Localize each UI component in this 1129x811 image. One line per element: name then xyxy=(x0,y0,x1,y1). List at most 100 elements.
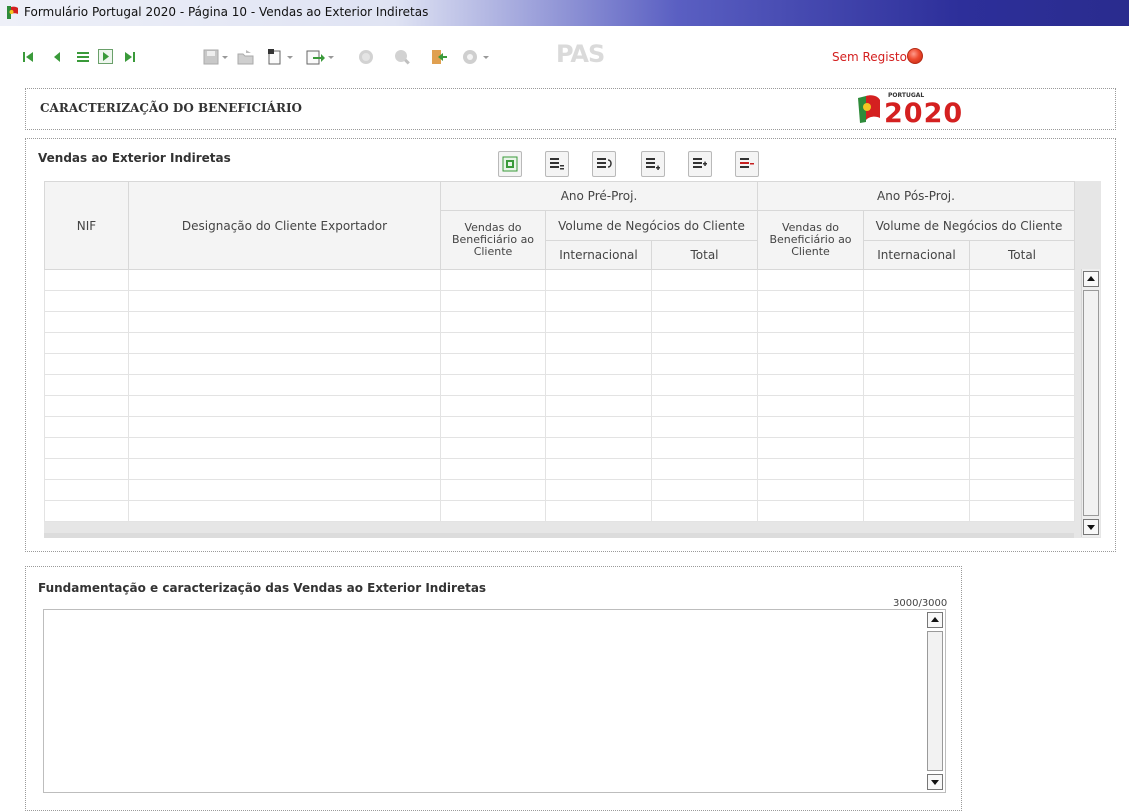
table-cell[interactable] xyxy=(128,374,441,396)
validate-icon[interactable] xyxy=(357,48,375,66)
pas-icon[interactable]: PAS xyxy=(556,40,605,68)
table-cell[interactable] xyxy=(128,332,441,354)
scroll-track[interactable] xyxy=(1083,290,1099,516)
table-cell[interactable] xyxy=(545,290,652,312)
table-cell[interactable] xyxy=(969,311,1075,333)
table-cell[interactable] xyxy=(969,290,1075,312)
table-cell[interactable] xyxy=(757,332,864,354)
table-row[interactable] xyxy=(44,332,1075,354)
table-cell[interactable] xyxy=(757,269,864,291)
table-cell[interactable] xyxy=(44,332,129,354)
table-cell[interactable] xyxy=(651,458,758,480)
table-cell[interactable] xyxy=(44,500,129,522)
table-cell[interactable] xyxy=(440,311,546,333)
table-cell[interactable] xyxy=(757,353,864,375)
table-cell[interactable] xyxy=(44,269,129,291)
textarea-scroll-up-button[interactable] xyxy=(927,612,943,628)
textarea-scroll-down-button[interactable] xyxy=(927,774,943,790)
import-excel-button[interactable] xyxy=(498,151,522,177)
table-cell[interactable] xyxy=(863,416,970,438)
table-cell[interactable] xyxy=(969,500,1075,522)
grid-vertical-scrollbar[interactable] xyxy=(1081,269,1100,537)
save-icon[interactable] xyxy=(203,48,231,66)
table-cell[interactable] xyxy=(440,416,546,438)
table-cell[interactable] xyxy=(440,290,546,312)
table-row[interactable] xyxy=(44,290,1075,312)
table-cell[interactable] xyxy=(651,500,758,522)
table-cell[interactable] xyxy=(545,500,652,522)
table-cell[interactable] xyxy=(44,311,129,333)
table-row[interactable] xyxy=(44,353,1075,375)
table-cell[interactable] xyxy=(757,458,864,480)
new-icon[interactable] xyxy=(266,47,296,67)
table-cell[interactable] xyxy=(863,290,970,312)
table-cell[interactable] xyxy=(757,416,864,438)
table-cell[interactable] xyxy=(44,479,129,501)
table-cell[interactable] xyxy=(545,395,652,417)
table-row[interactable] xyxy=(44,311,1075,333)
table-row[interactable] xyxy=(44,395,1075,417)
table-cell[interactable] xyxy=(651,332,758,354)
table-cell[interactable] xyxy=(545,374,652,396)
table-cell[interactable] xyxy=(969,416,1075,438)
table-cell[interactable] xyxy=(863,395,970,417)
last-page-icon[interactable] xyxy=(124,50,136,64)
table-cell[interactable] xyxy=(863,479,970,501)
table-cell[interactable] xyxy=(863,269,970,291)
table-cell[interactable] xyxy=(969,269,1075,291)
table-cell[interactable] xyxy=(651,416,758,438)
search-icon[interactable] xyxy=(393,48,411,66)
table-cell[interactable] xyxy=(440,479,546,501)
table-cell[interactable] xyxy=(863,458,970,480)
table-cell[interactable] xyxy=(969,374,1075,396)
table-cell[interactable] xyxy=(651,479,758,501)
table-cell[interactable] xyxy=(440,332,546,354)
textarea-scroll-track[interactable] xyxy=(927,631,943,771)
horizontal-scrollbar[interactable] xyxy=(44,533,1074,538)
table-cell[interactable] xyxy=(128,416,441,438)
previous-page-icon[interactable] xyxy=(52,50,62,64)
table-cell[interactable] xyxy=(44,458,129,480)
table-cell[interactable] xyxy=(969,437,1075,459)
table-cell[interactable] xyxy=(128,269,441,291)
table-cell[interactable] xyxy=(128,395,441,417)
table-cell[interactable] xyxy=(440,500,546,522)
table-cell[interactable] xyxy=(440,395,546,417)
table-cell[interactable] xyxy=(545,332,652,354)
table-cell[interactable] xyxy=(128,458,441,480)
table-cell[interactable] xyxy=(863,500,970,522)
table-cell[interactable] xyxy=(128,500,441,522)
table-cell[interactable] xyxy=(44,290,129,312)
table-cell[interactable] xyxy=(757,290,864,312)
table-cell[interactable] xyxy=(545,479,652,501)
table-cell[interactable] xyxy=(128,290,441,312)
table-cell[interactable] xyxy=(757,479,864,501)
first-page-icon[interactable] xyxy=(22,50,34,64)
table-cell[interactable] xyxy=(651,290,758,312)
table-cell[interactable] xyxy=(757,374,864,396)
table-cell[interactable] xyxy=(44,374,129,396)
table-row[interactable] xyxy=(44,269,1075,291)
table-cell[interactable] xyxy=(440,458,546,480)
table-cell[interactable] xyxy=(545,353,652,375)
delete-row-button[interactable] xyxy=(735,151,759,177)
open-icon[interactable] xyxy=(237,48,255,66)
table-cell[interactable] xyxy=(128,311,441,333)
table-cell[interactable] xyxy=(969,458,1075,480)
table-cell[interactable] xyxy=(128,353,441,375)
table-cell[interactable] xyxy=(545,269,652,291)
table-cell[interactable] xyxy=(863,353,970,375)
table-cell[interactable] xyxy=(863,374,970,396)
table-row[interactable] xyxy=(44,437,1075,459)
table-cell[interactable] xyxy=(651,395,758,417)
table-cell[interactable] xyxy=(757,395,864,417)
table-cell[interactable] xyxy=(651,374,758,396)
table-cell[interactable] xyxy=(757,311,864,333)
add-row-button[interactable] xyxy=(641,151,665,177)
table-cell[interactable] xyxy=(863,332,970,354)
table-cell[interactable] xyxy=(969,353,1075,375)
export-icon[interactable] xyxy=(305,47,337,67)
table-row[interactable] xyxy=(44,479,1075,501)
table-cell[interactable] xyxy=(440,269,546,291)
table-cell[interactable] xyxy=(651,269,758,291)
